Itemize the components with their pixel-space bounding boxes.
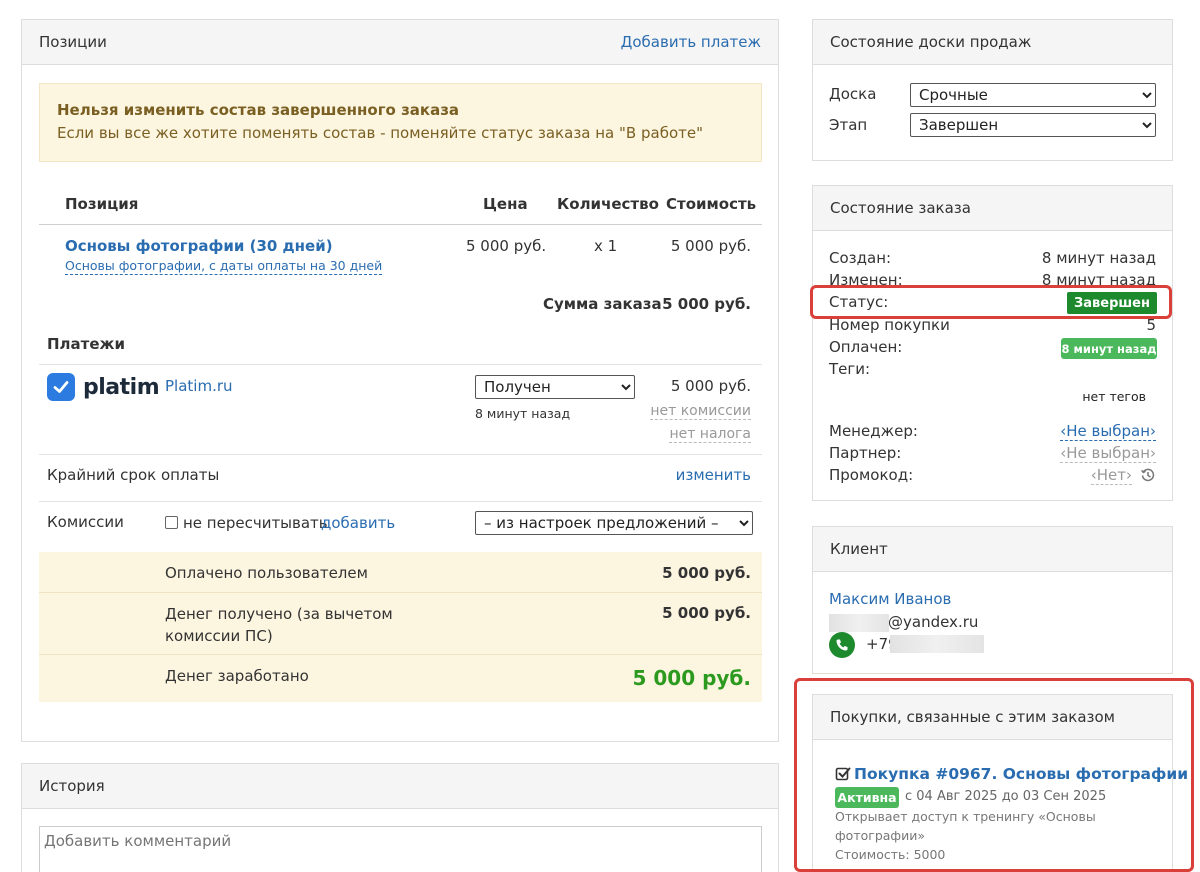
order-state-panel: Состояние заказа Создан: 8 минут назад И… bbox=[812, 185, 1173, 501]
paid-by-user-label: Оплачено пользователем bbox=[165, 564, 368, 582]
col-header-position: Позиция bbox=[65, 195, 139, 213]
phone-icon[interactable] bbox=[829, 632, 855, 658]
client-panel: Клиент Максим Иванов @yandex.ru +79 bbox=[812, 526, 1173, 674]
sales-board-header: Состояние доски продаж bbox=[813, 20, 1172, 65]
platim-logo: platim bbox=[47, 373, 160, 401]
add-commission-link[interactable]: добавить bbox=[321, 514, 395, 532]
item-name-link[interactable]: Основы фотографии (30 дней) bbox=[65, 237, 333, 255]
positions-panel: Позиции Добавить платеж Нельзя изменить … bbox=[21, 19, 779, 742]
manager-label: Менеджер: bbox=[829, 422, 918, 440]
client-phone-redacted bbox=[890, 635, 984, 653]
purchase-cost: Стоимость: 5000 bbox=[835, 847, 946, 862]
purchase-period: с 04 Авг 2025 до 03 Сен 2025 bbox=[905, 789, 1107, 804]
stage-label: Этап bbox=[829, 116, 868, 134]
paid-label: Оплачен: bbox=[829, 338, 903, 356]
comment-textarea[interactable] bbox=[39, 826, 762, 872]
no-recalc-label: не пересчитывать bbox=[183, 514, 328, 532]
summary-divider-2 bbox=[39, 654, 762, 655]
changed-value: 8 минут назад bbox=[1041, 271, 1156, 289]
purchase-desc-line2: фотографии» bbox=[835, 828, 926, 843]
add-payment-link[interactable]: Добавить платеж bbox=[621, 33, 761, 51]
col-header-quantity: Количество bbox=[557, 195, 659, 213]
history-panel-header: История bbox=[22, 764, 778, 809]
received-value: 5 000 руб. bbox=[662, 604, 751, 622]
summary-divider-1 bbox=[39, 592, 762, 593]
payment-system-link[interactable]: Platim.ru bbox=[165, 377, 233, 395]
history-panel: История bbox=[21, 763, 779, 872]
deadline-change-link[interactable]: изменить bbox=[676, 466, 751, 484]
client-title: Клиент bbox=[830, 540, 888, 558]
client-header: Клиент bbox=[813, 527, 1172, 572]
payments-title: Платежи bbox=[47, 335, 125, 353]
order-total-label: Сумма заказа bbox=[543, 295, 662, 313]
purchase-desc-line1: Открывает доступ к тренингу «Основы bbox=[835, 809, 1096, 824]
checkbox-checked-icon bbox=[835, 766, 851, 782]
board-label: Доска bbox=[829, 85, 877, 103]
deadline-label: Крайний срок оплаты bbox=[47, 466, 220, 484]
deadline-divider-top bbox=[39, 454, 762, 455]
table-header-divider bbox=[39, 224, 762, 225]
platim-logo-text: platim bbox=[83, 374, 160, 400]
promo-select-link[interactable]: ‹Нет› bbox=[1090, 466, 1132, 485]
order-state-title: Состояние заказа bbox=[830, 199, 971, 217]
partner-select-link[interactable]: ‹Не выбран› bbox=[1060, 444, 1156, 463]
payment-time: 8 минут назад bbox=[475, 406, 571, 421]
item-subname-link[interactable]: Основы фотографии, с даты оплаты на 30 д… bbox=[65, 258, 383, 275]
check-icon bbox=[47, 373, 75, 401]
tags-label: Теги: bbox=[829, 360, 871, 378]
no-recalc-checkbox[interactable] bbox=[165, 516, 178, 529]
commissions-label: Комиссии bbox=[47, 513, 124, 531]
received-label: Денег получено (за вычетом комиссии ПС) bbox=[165, 605, 393, 645]
order-total-value: 5 000 руб. bbox=[662, 295, 751, 313]
board-select[interactable]: Срочные bbox=[910, 83, 1156, 107]
manager-select-link[interactable]: ‹Не выбран› bbox=[1060, 422, 1156, 441]
paid-by-user-value: 5 000 руб. bbox=[662, 564, 751, 582]
client-name-link[interactable]: Максим Иванов bbox=[829, 590, 951, 608]
item-cost: 5 000 руб. bbox=[670, 237, 751, 255]
related-purchases-panel: Покупки, связанные с этим заказом Покупк… bbox=[812, 694, 1188, 872]
related-purchases-title: Покупки, связанные с этим заказом bbox=[830, 708, 1115, 726]
promo-label: Промокод: bbox=[829, 466, 914, 484]
purchase-link[interactable]: Покупка #0967. Основы фотографии bbox=[854, 765, 1188, 783]
related-purchases-header: Покупки, связанные с этим заказом bbox=[813, 695, 1172, 740]
sales-board-title: Состояние доски продаж bbox=[830, 33, 1032, 51]
locked-order-warning: Нельзя изменить состав завершенного зака… bbox=[39, 83, 762, 162]
status-label: Статус: bbox=[829, 293, 889, 311]
created-label: Создан: bbox=[829, 249, 892, 267]
col-header-price: Цена bbox=[483, 195, 528, 213]
payments-divider bbox=[39, 364, 762, 365]
earned-label: Денег заработано bbox=[165, 667, 309, 685]
deadline-divider-bottom bbox=[39, 501, 762, 502]
sales-board-panel: Состояние доски продаж Доска Срочные Эта… bbox=[812, 19, 1173, 161]
payment-status-select[interactable]: Получен bbox=[475, 375, 635, 399]
item-qty: x 1 bbox=[594, 237, 618, 255]
positions-title: Позиции bbox=[39, 33, 107, 51]
payment-amount: 5 000 руб. bbox=[670, 377, 751, 395]
paid-badge: 8 минут назад bbox=[1061, 338, 1157, 359]
no-tax-link[interactable]: нет налога bbox=[669, 426, 751, 443]
purchase-active-badge: Активна bbox=[835, 787, 899, 808]
client-email-domain: @yandex.ru bbox=[888, 613, 979, 631]
earned-value: 5 000 руб. bbox=[632, 666, 751, 690]
history-icon[interactable] bbox=[1140, 467, 1156, 483]
col-header-cost: Стоимость bbox=[666, 195, 757, 213]
tags-value: нет тегов bbox=[1082, 389, 1146, 404]
client-email-redacted bbox=[829, 614, 889, 632]
created-value: 8 минут назад bbox=[1041, 249, 1156, 267]
stage-select[interactable]: Завершен bbox=[910, 113, 1156, 137]
no-commission-link[interactable]: нет комиссии bbox=[650, 403, 751, 420]
purchase-number-label: Номер покупки bbox=[829, 316, 950, 334]
changed-label: Изменен: bbox=[829, 271, 903, 289]
status-badge: Завершен bbox=[1067, 292, 1157, 314]
warning-title: Нельзя изменить состав завершенного зака… bbox=[57, 101, 460, 119]
positions-panel-header: Позиции Добавить платеж bbox=[22, 20, 778, 65]
commission-select[interactable]: – из настроек предложений – bbox=[475, 511, 753, 535]
history-title: История bbox=[39, 777, 105, 795]
purchase-number-value: 5 bbox=[1146, 316, 1156, 334]
partner-label: Партнер: bbox=[829, 444, 902, 462]
warning-text: Если вы все же хотите поменять состав - … bbox=[57, 124, 703, 142]
order-state-header: Состояние заказа bbox=[813, 186, 1172, 231]
item-price: 5 000 руб. bbox=[466, 237, 547, 255]
